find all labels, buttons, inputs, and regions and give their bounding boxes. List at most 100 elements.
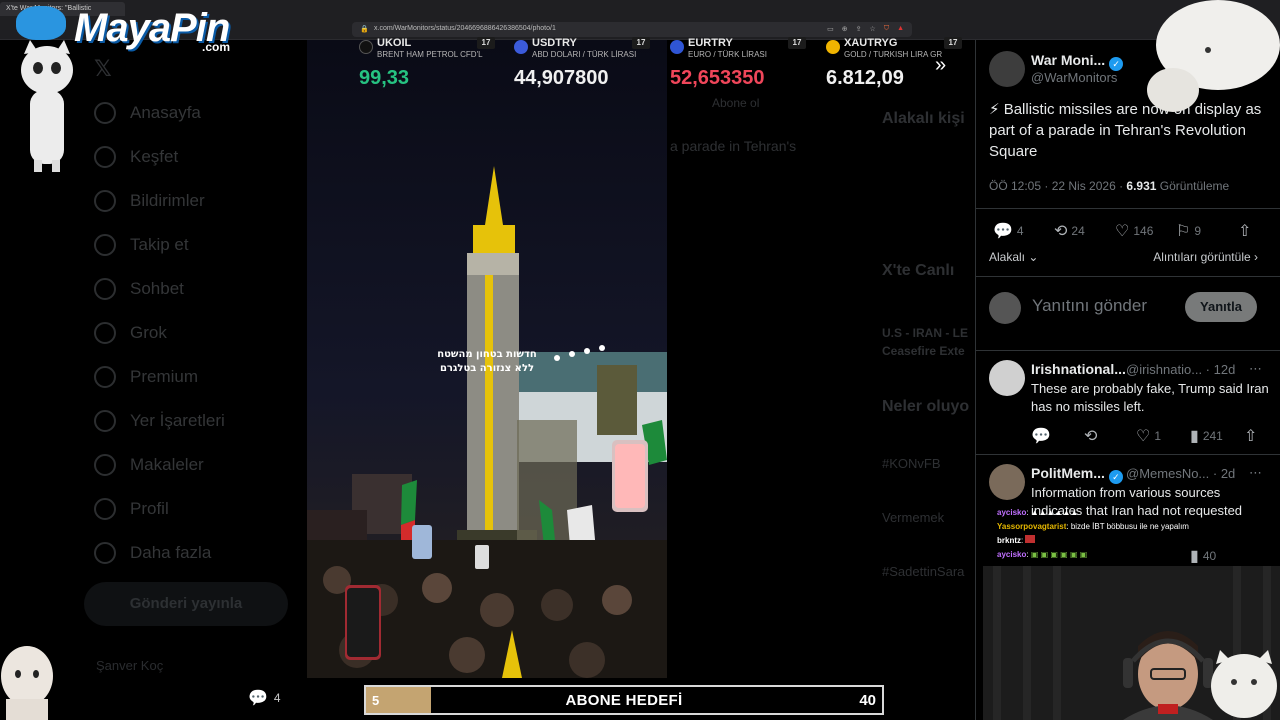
ticker-eurtry[interactable]: EURTRY EURO / TÜRK LİRASI 52,653350 17 <box>670 36 820 94</box>
whats-happening-heading: Neler oluyo <box>882 398 970 415</box>
reply-button[interactable]: Yanıtla <box>1185 292 1257 322</box>
sidebar-item-premium[interactable]: Premium <box>94 366 198 388</box>
photo-overlay-line1: חדשות בטחון מהשטח <box>437 349 537 360</box>
bookmark-icon <box>94 410 116 432</box>
trend-item[interactable]: #KONvFB <box>882 456 941 471</box>
eur-flag-icon <box>670 40 684 54</box>
zoom-icon[interactable]: ⊕ <box>842 25 848 33</box>
sidebar-item-more[interactable]: Daha fazla <box>94 542 211 564</box>
reply-action[interactable]: 💬 <box>1031 426 1051 446</box>
avatar[interactable] <box>989 464 1025 500</box>
verified-badge-icon: ✓ <box>1109 57 1124 71</box>
like-action[interactable]: ♡ 1 <box>1136 426 1161 446</box>
chat-text: : <box>1026 550 1029 559</box>
retweet-action[interactable]: ⟲ 24 <box>1054 221 1085 241</box>
sidebar-item-label: Anasayfa <box>130 103 201 122</box>
trend-item[interactable]: Vermemek <box>882 510 944 525</box>
more-icon <box>94 542 116 564</box>
tweet-timestamp[interactable]: ÖÖ 12:05 · 22 Nis 2026 · <box>989 179 1123 193</box>
reply-input[interactable]: Yanıtını gönder <box>1032 296 1147 316</box>
tweet-photo[interactable]: חדשות בטחון מהשטח ללא צנזורה בטלגרם <box>307 40 667 678</box>
x-logo-icon[interactable]: 𝕏 <box>94 56 112 82</box>
tradingview-icon: 17 <box>944 37 962 49</box>
ticker-desc: EURO / TÜRK LİRASI <box>688 50 767 59</box>
subscribe-button[interactable]: Abone ol <box>712 96 759 110</box>
related-dropdown[interactable]: Alakalı ⌄ <box>989 250 1038 264</box>
share-icon: ⇧ <box>1238 223 1252 240</box>
triangle-icon[interactable]: ▲ <box>897 25 904 33</box>
share-icon[interactable]: ⇪ <box>856 25 862 33</box>
shield-icon[interactable]: ⛉ <box>884 25 889 33</box>
search-icon <box>94 146 116 168</box>
author-name[interactable]: War Moni... ✓ <box>1031 52 1124 71</box>
ticker-value: 52,653350 <box>670 67 765 89</box>
more-options-icon[interactable]: ⋯ <box>1249 361 1262 377</box>
sidebar-item-follow[interactable]: Takip et <box>94 234 189 256</box>
ticker-desc: BRENT HAM PETROL CFD'L <box>377 50 483 59</box>
usd-flag-icon <box>514 40 528 54</box>
retweet-action[interactable]: ⟲ <box>1084 426 1097 446</box>
author-handle[interactable]: @WarMonitors <box>1031 70 1117 85</box>
reply-icon[interactable]: 💬 <box>248 688 268 708</box>
cast-icon[interactable]: ▭ <box>827 25 834 33</box>
avatar <box>989 292 1021 324</box>
view-count: 241 <box>1202 429 1223 443</box>
share-action[interactable]: ⇧ <box>1244 426 1257 446</box>
bookmark-star-icon[interactable]: ☆ <box>870 25 876 33</box>
caption-text: a parade in Tehran's <box>670 138 797 154</box>
ticker-value: 44,907800 <box>514 67 609 89</box>
heart-icon: ♡ <box>1115 223 1130 240</box>
reply-handle[interactable]: @MemesNo... · 2d <box>1126 466 1235 481</box>
reply-action[interactable]: 💬 4 <box>993 221 1024 241</box>
premium-icon <box>94 366 116 388</box>
sidebar-item-chat[interactable]: Sohbet <box>94 278 184 300</box>
ticker-ukoil[interactable]: UKOIL BRENT HAM PETROL CFD'L 99,33 17 <box>359 36 509 94</box>
sidebar-item-label: Bildirimler <box>130 191 205 210</box>
bookmark-action[interactable]: ⚐ 9 <box>1176 221 1201 241</box>
tradingview-icon: 17 <box>477 37 495 49</box>
view-quotes-link[interactable]: Alıntıları görüntüle › <box>1153 250 1258 264</box>
more-options-icon[interactable]: ⋯ <box>1249 465 1262 481</box>
chat-message: aycisko: ▲▲▲▲▲▲ <box>997 506 1277 520</box>
reply-icon: 💬 <box>1031 428 1051 445</box>
sidebar-item-bookmarks[interactable]: Yer İşaretleri <box>94 410 225 432</box>
goal-target: 40 <box>859 692 876 709</box>
sidebar-item-grok[interactable]: Grok <box>94 322 167 344</box>
sidebar-item-home[interactable]: Anasayfa <box>94 102 201 124</box>
tweet-meta: ÖÖ 12:05 · 22 Nis 2026 · 6.931 Görüntüle… <box>989 179 1229 193</box>
mascot-icon <box>16 6 66 40</box>
chat-text: : ▲▲▲▲▲▲ <box>1026 508 1079 517</box>
sidebar-item-notifications[interactable]: Bildirimler <box>94 190 205 212</box>
share-action[interactable]: ⇧ <box>1238 221 1251 241</box>
chevron-right-double-icon[interactable]: » <box>935 54 946 77</box>
address-bar[interactable]: 🔒 x.com/WarMonitors/status/2046696886426… <box>352 22 912 37</box>
reply-handle[interactable]: @irishnatio... · 12d <box>1126 362 1235 377</box>
oil-drop-icon <box>359 40 373 54</box>
view-count: 6.931 <box>1126 179 1157 193</box>
chat-user: Yassorpovagtarist <box>997 522 1067 531</box>
sidebar-item-articles[interactable]: Makaleler <box>94 454 204 476</box>
ticker-symbol: USDTRY <box>532 37 577 49</box>
trend-item[interactable]: #SadettinSara <box>882 564 964 579</box>
avatar[interactable] <box>989 360 1025 396</box>
live-item[interactable]: U.S - IRAN - LE <box>882 326 968 340</box>
ticker-usdtry[interactable]: USDTRY ABD DOLARI / TÜRK LİRASI 44,90780… <box>514 36 664 94</box>
account-name[interactable]: Şanver Koç <box>96 658 163 673</box>
divider <box>976 208 1280 209</box>
avatar[interactable] <box>989 51 1025 87</box>
subscriber-goal-bar: 5 ABONE HEDEFİ 40 <box>364 685 884 715</box>
sidebar-item-profile[interactable]: Profil <box>94 498 169 520</box>
like-action[interactable]: ♡ 146 <box>1115 221 1153 241</box>
ticker-xautryg[interactable]: XAUTRYG GOLD / TURKISH LIRA GR 6.812,09 … <box>826 36 976 94</box>
live-item-2[interactable]: Ceasefire Exte <box>882 344 965 358</box>
reply-author-name[interactable]: PolitMem... ✓ <box>1031 465 1123 484</box>
grok-icon <box>94 322 116 344</box>
reply-count: 4 <box>1016 224 1024 238</box>
screen: X'te War Monitors: "Ballistic 🔒 x.com/Wa… <box>0 0 1280 720</box>
views-action[interactable]: ▮ 241 <box>1190 426 1223 446</box>
reply-author-name[interactable]: Irishnational... <box>1031 361 1126 377</box>
sidebar-item-explore[interactable]: Keşfet <box>94 146 178 168</box>
emote-icon <box>1025 535 1036 543</box>
chat-icon <box>94 278 116 300</box>
post-button[interactable]: Gönderi yayınla <box>84 582 288 626</box>
